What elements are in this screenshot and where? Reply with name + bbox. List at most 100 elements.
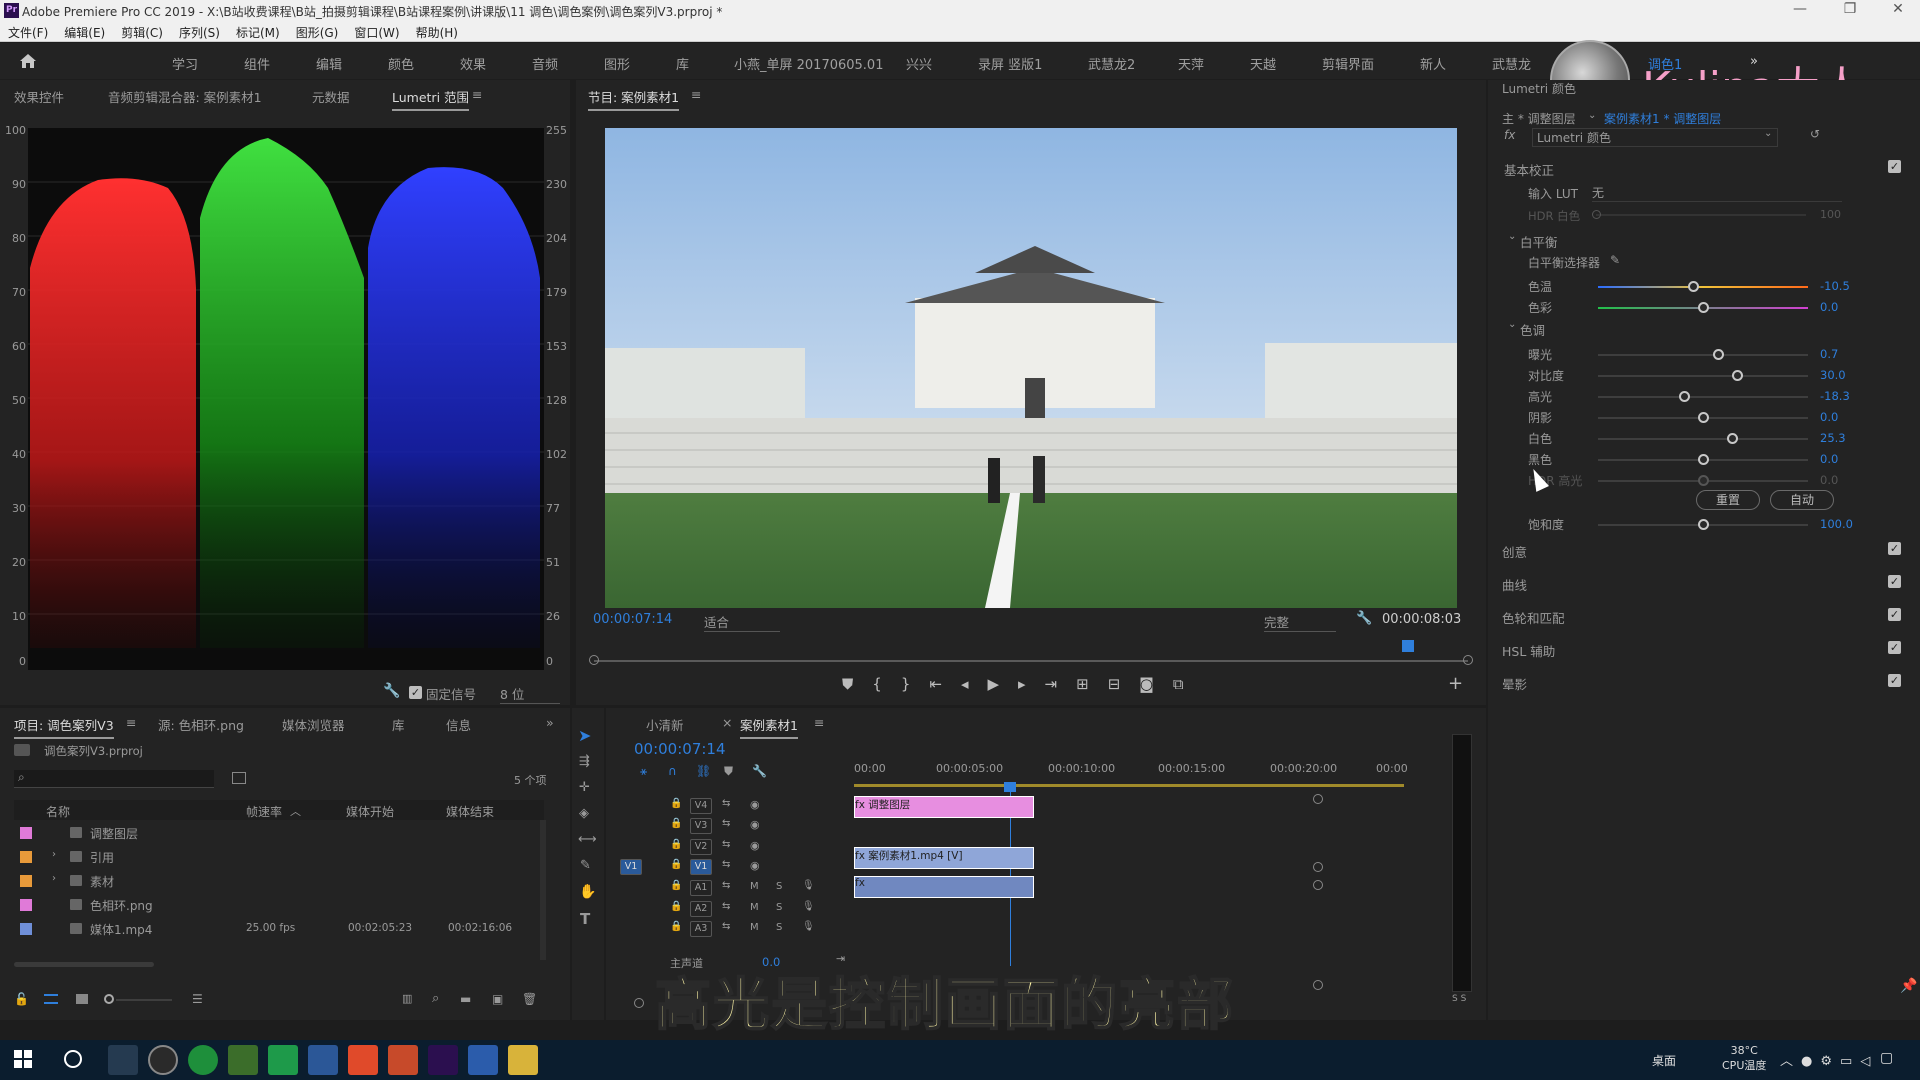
timeline-settings-icon[interactable]: 🔧	[752, 764, 767, 778]
track-target[interactable]: V2	[690, 839, 712, 855]
timeline-zoom-handle[interactable]	[634, 998, 644, 1008]
home-icon[interactable]	[18, 51, 38, 71]
menu-marker[interactable]: 标记(M)	[228, 22, 288, 41]
menu-window[interactable]: 窗口(W)	[346, 22, 407, 41]
maximize-icon[interactable]: ❐	[1830, 1, 1870, 17]
fit-select[interactable]: 适合	[704, 612, 780, 632]
go-to-in-icon[interactable]: ⇤	[929, 675, 961, 693]
tab-metadata[interactable]: 元数据	[312, 87, 350, 106]
tab-project[interactable]: 项目: 调色案列V3	[14, 715, 114, 739]
automate-icon[interactable]: ▥	[402, 992, 412, 1005]
microphone-icon[interactable]: 🎙	[802, 901, 815, 912]
track-lock-icon[interactable]: 🔒	[670, 859, 682, 870]
contrast-value[interactable]: 30.0	[1820, 368, 1846, 382]
compare-icon[interactable]: ⧉	[1173, 675, 1203, 693]
contrast-slider[interactable]	[1598, 375, 1808, 377]
sync-lock-icon[interactable]: ⇆	[722, 880, 730, 891]
chevron-down-icon[interactable]: ⌄	[1764, 128, 1772, 139]
workspace-effects[interactable]: 效果	[460, 54, 486, 73]
selection-tool-icon[interactable]: ➤	[578, 726, 591, 745]
track-lock-icon[interactable]: 🔒	[670, 921, 682, 932]
eyedropper-icon[interactable]: ✎	[1610, 253, 1620, 267]
tint-knob[interactable]	[1698, 302, 1709, 313]
source-clip-link[interactable]: 案例素材1 * 调整图层	[1604, 110, 1721, 127]
playhead-marker-icon[interactable]	[1402, 640, 1414, 652]
pin-icon[interactable]: 📌	[1900, 978, 1917, 994]
tray-up-icon[interactable]: ︿	[1780, 1054, 1801, 1069]
track-target[interactable]: V3	[690, 818, 712, 834]
v-scroll-handle[interactable]	[1313, 794, 1323, 804]
quality-select[interactable]: 完整	[1264, 612, 1336, 632]
settings-wrench-icon[interactable]: 🔧	[1356, 611, 1372, 626]
timeline-menu-icon[interactable]: ≡	[814, 715, 824, 730]
zoom-slider[interactable]	[116, 999, 172, 1001]
app-icon-blue[interactable]	[308, 1045, 338, 1075]
mute-button[interactable]: M	[750, 881, 759, 892]
add-marker-timeline-icon[interactable]: ⛊	[724, 764, 733, 779]
tab-sequence-case1[interactable]: 案例素材1	[740, 715, 798, 739]
section-color-wheels[interactable]: 色轮和匹配	[1502, 608, 1565, 627]
hdr-specular-value[interactable]: 0.0	[1820, 473, 1838, 487]
exposure-knob[interactable]	[1712, 349, 1724, 360]
desktop-toolbar-label[interactable]: 桌面	[1652, 1052, 1676, 1069]
workspace-xingxing[interactable]: 兴兴	[906, 54, 932, 73]
exposure-slider[interactable]	[1598, 354, 1808, 356]
tab-lumetri-scopes[interactable]: Lumetri 范围	[392, 87, 470, 111]
label-color-swatch[interactable]	[20, 875, 32, 887]
hdr-white-knob[interactable]	[1592, 210, 1601, 219]
ripple-edit-tool-icon[interactable]: ✛	[579, 780, 590, 795]
project-search-input[interactable]: ⌕	[14, 770, 214, 788]
snap-icon[interactable]: ∩	[668, 764, 677, 778]
sync-lock-icon[interactable]: ⇆	[722, 901, 730, 912]
whites-knob[interactable]	[1727, 433, 1739, 444]
whites-slider[interactable]	[1598, 438, 1808, 440]
panel-menu-icon[interactable]: ≡	[472, 87, 482, 102]
app-icon-orange[interactable]	[348, 1045, 378, 1075]
solo-button[interactable]: S	[776, 881, 782, 892]
col-media-end[interactable]: 媒体结束	[446, 803, 494, 820]
tabs-overflow-icon[interactable]: »	[546, 715, 554, 730]
add-button-icon[interactable]: +	[1448, 673, 1463, 694]
add-marker-icon[interactable]: ⛊	[842, 675, 872, 693]
network-icon[interactable]: ▭	[1840, 1054, 1860, 1069]
sync-lock-icon[interactable]: ⇆	[722, 859, 730, 870]
tab-program[interactable]: 节目: 案例素材1	[588, 87, 680, 111]
word-icon[interactable]	[468, 1045, 498, 1075]
sort-ascending-icon[interactable]: ︿	[290, 803, 301, 819]
zoom-handle-right[interactable]	[1463, 655, 1473, 665]
menu-edit[interactable]: 编辑(E)	[56, 22, 113, 41]
saturation-knob[interactable]	[1698, 519, 1709, 530]
project-row[interactable]: 素材 ›	[14, 870, 538, 892]
label-color-swatch[interactable]	[20, 827, 32, 839]
tab-libraries[interactable]: 库	[392, 715, 405, 734]
overwrite-icon[interactable]: ⊟	[1108, 675, 1140, 693]
menu-sequence[interactable]: 序列(S)	[171, 22, 228, 41]
microphone-icon[interactable]: 🎙	[802, 921, 815, 932]
col-name[interactable]: 名称	[46, 803, 70, 820]
tab-media-browser[interactable]: 媒体浏览器	[282, 715, 345, 734]
mute-button[interactable]: M	[750, 922, 759, 933]
new-bin-from-search-icon[interactable]	[232, 772, 246, 784]
app-icon-yellow[interactable]	[508, 1045, 538, 1075]
track-target[interactable]: A2	[690, 901, 712, 917]
saturation-value[interactable]: 100.0	[1820, 517, 1853, 531]
workspace-graphics[interactable]: 图形	[604, 54, 630, 73]
tab-effect-controls[interactable]: 效果控件	[14, 87, 64, 106]
contrast-knob[interactable]	[1731, 370, 1743, 381]
track-target[interactable]: A1	[690, 880, 712, 896]
fx-icon[interactable]: fx	[1504, 128, 1515, 142]
track-target[interactable]: V1	[690, 859, 712, 875]
expand-chevron-icon[interactable]: ›	[52, 873, 56, 884]
workspace-tianyue[interactable]: 天越	[1250, 54, 1276, 73]
vignette-checkbox[interactable]: ✓	[1888, 674, 1901, 687]
type-tool-icon[interactable]: T	[580, 910, 590, 928]
basic-correction-checkbox[interactable]: ✓	[1888, 160, 1901, 173]
search-taskbar-icon[interactable]	[64, 1050, 82, 1068]
hdr-specular-knob[interactable]	[1698, 475, 1709, 486]
tray-app-icon[interactable]: ●	[1801, 1054, 1820, 1069]
creative-checkbox[interactable]: ✓	[1888, 542, 1901, 555]
notification-icon[interactable]: ▢	[1880, 1050, 1893, 1066]
project-row[interactable]: 色相环.png	[14, 894, 538, 916]
tab-sequence-xiaoqingxin[interactable]: 小清新	[646, 715, 684, 734]
slip-tool-icon[interactable]: ⟷	[578, 832, 597, 847]
